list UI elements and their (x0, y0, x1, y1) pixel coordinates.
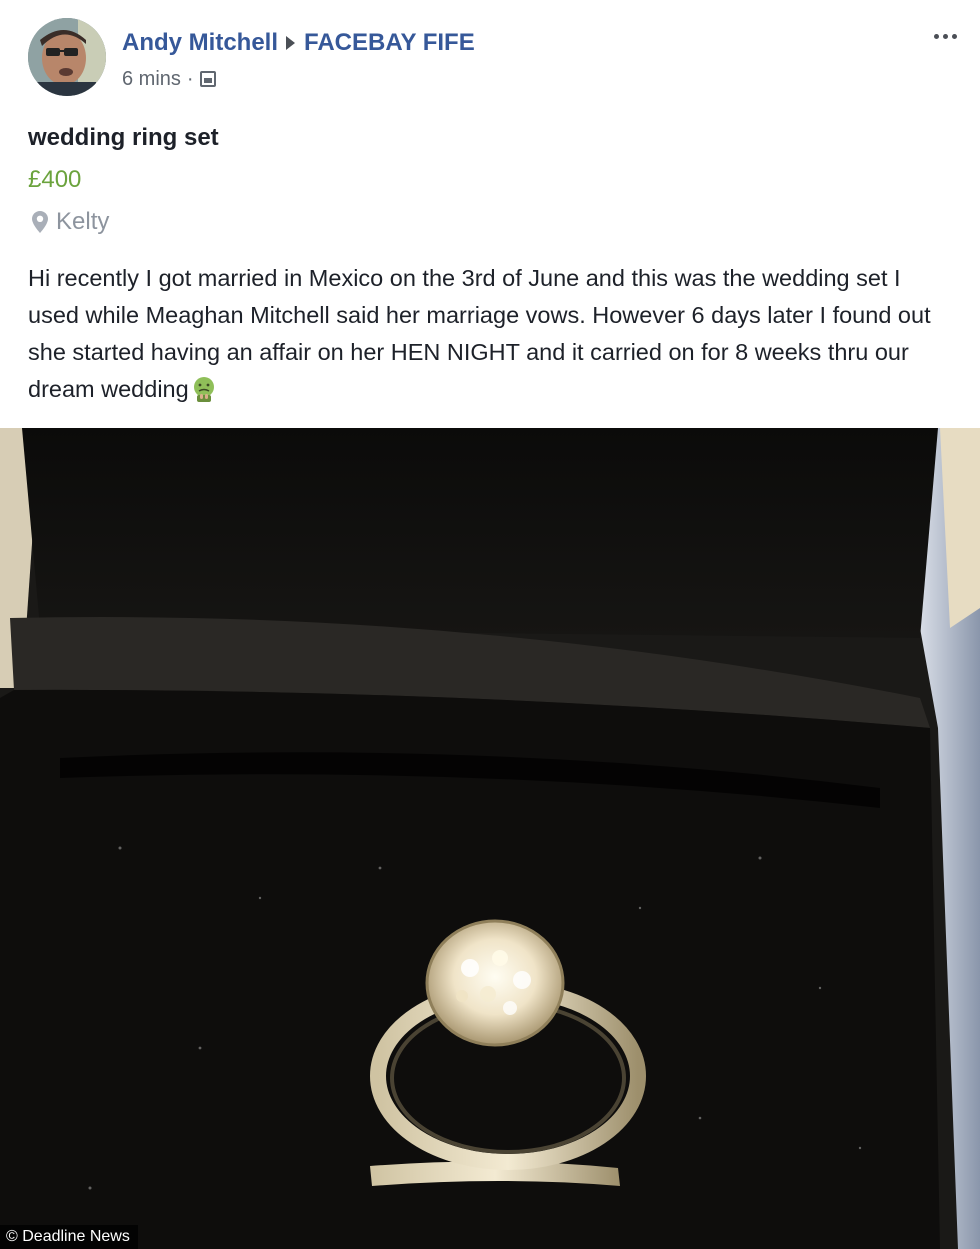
listing-photo[interactable]: © Deadline News (0, 428, 980, 1249)
location-label[interactable]: Kelty (56, 208, 109, 236)
post-meta: 6 mins · (122, 66, 216, 92)
facebook-post: Andy Mitchell FACEBAY FIFE 6 mins · wedd… (0, 0, 980, 1249)
listing-price: £400 (28, 166, 82, 193)
author-name-link[interactable]: Andy Mitchell (122, 29, 278, 57)
author-line: Andy Mitchell FACEBAY FIFE (122, 28, 475, 58)
arrow-right-icon (286, 36, 296, 50)
listing-description: Hi recently I got married in Mexico on t… (28, 260, 958, 408)
meta-separator: · (186, 67, 194, 90)
nauseated-face-emoji (193, 377, 214, 402)
listing-title[interactable]: wedding ring set (28, 124, 219, 152)
map-pin-icon (32, 211, 48, 233)
post-header: Andy Mitchell FACEBAY FIFE 6 mins · (0, 0, 980, 110)
photo-icon (199, 71, 216, 87)
description-text: Hi recently I got married in Mexico on t… (28, 265, 931, 402)
author-avatar[interactable] (28, 18, 106, 96)
photo-credit: © Deadline News (0, 1225, 138, 1249)
listing-location: Kelty (28, 206, 109, 238)
more-options-icon (933, 33, 939, 39)
more-options-button[interactable] (928, 24, 962, 48)
group-name-link[interactable]: FACEBAY FIFE (304, 29, 475, 57)
post-timestamp[interactable]: 6 mins (122, 68, 181, 91)
